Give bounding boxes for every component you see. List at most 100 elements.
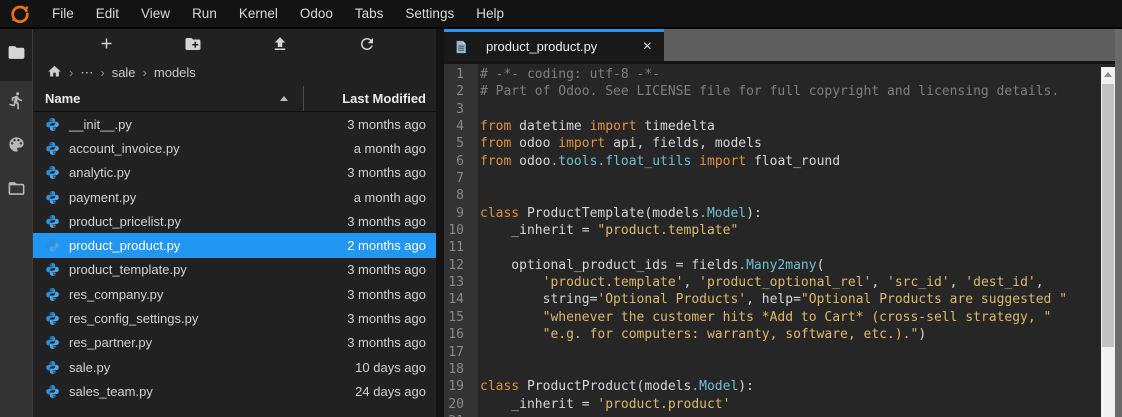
breadcrumb: ›⋯›sale›models bbox=[33, 59, 436, 86]
file-name: analytic.py bbox=[69, 165, 347, 180]
python-file-icon bbox=[45, 165, 61, 181]
menu-run[interactable]: Run bbox=[181, 6, 228, 21]
code-text: # Part of Odoo. See LICENSE file for ful… bbox=[471, 83, 1059, 100]
line-number: 1 bbox=[444, 66, 471, 83]
menu-kernel[interactable]: Kernel bbox=[228, 6, 289, 21]
column-header-name[interactable]: Name bbox=[33, 86, 303, 111]
line-number: 8 bbox=[444, 187, 471, 204]
file-row[interactable]: sales_team.py24 days ago bbox=[33, 379, 436, 403]
code-text: string='Optional Products', help="Option… bbox=[471, 291, 1067, 308]
refresh-button[interactable] bbox=[352, 34, 382, 58]
code-text: 'product.template', 'product_optional_re… bbox=[471, 274, 1044, 291]
line-number: 6 bbox=[444, 153, 471, 170]
file-row[interactable]: analytic.py3 months ago bbox=[33, 161, 436, 185]
plus-icon bbox=[98, 35, 115, 57]
file-row[interactable]: res_partner.py3 months ago bbox=[33, 331, 436, 355]
breadcrumb-item[interactable]: models bbox=[154, 65, 196, 80]
file-browser-toolbar bbox=[33, 29, 436, 59]
menu-tabs[interactable]: Tabs bbox=[344, 6, 395, 21]
menu-help[interactable]: Help bbox=[465, 6, 515, 21]
window-edge-strip bbox=[1115, 29, 1122, 417]
code-line: 4from datetime import timedelta bbox=[444, 118, 1101, 135]
app-logo-icon bbox=[8, 2, 32, 26]
panel-splitter[interactable] bbox=[436, 29, 444, 417]
sidebar-tab-running[interactable] bbox=[0, 81, 32, 125]
line-number: 4 bbox=[444, 118, 471, 135]
editor-scrollbar[interactable] bbox=[1101, 67, 1115, 417]
code-line: 17 bbox=[444, 344, 1101, 361]
code-text bbox=[471, 361, 480, 378]
file-name: product_template.py bbox=[69, 262, 347, 277]
sidebar-tab-files[interactable] bbox=[0, 29, 32, 81]
file-row[interactable]: account_invoice.pya month ago bbox=[33, 136, 436, 160]
code-line: 18 bbox=[444, 361, 1101, 378]
upload-icon bbox=[271, 35, 289, 58]
breadcrumb-separator: › bbox=[69, 65, 73, 80]
line-number: 19 bbox=[444, 378, 471, 395]
file-modified: 10 days ago bbox=[355, 360, 436, 375]
code-line: 10 _inherit = "product.template" bbox=[444, 222, 1101, 239]
file-row[interactable]: product_template.py3 months ago bbox=[33, 258, 436, 282]
code-line: 9class ProductTemplate(models.Model): bbox=[444, 205, 1101, 222]
file-modified: 3 months ago bbox=[347, 335, 436, 350]
new-folder-button[interactable] bbox=[178, 34, 208, 58]
code-text: _inherit = "product.template" bbox=[471, 222, 738, 239]
close-tab-icon[interactable]: × bbox=[637, 38, 658, 56]
file-row[interactable]: payment.pya month ago bbox=[33, 185, 436, 209]
line-number: 11 bbox=[444, 239, 471, 256]
file-row[interactable]: product_pricelist.py3 months ago bbox=[33, 209, 436, 233]
python-file-icon bbox=[45, 213, 61, 229]
file-row[interactable]: product_product.py2 months ago bbox=[33, 233, 436, 257]
breadcrumb-item[interactable]: ⋯ bbox=[80, 65, 93, 81]
tab-product-product-py[interactable]: product_product.py × bbox=[444, 29, 664, 61]
home-icon[interactable] bbox=[47, 64, 62, 82]
code-line: 7 bbox=[444, 170, 1101, 187]
column-modified-label: Last Modified bbox=[342, 91, 426, 106]
code-text: # -*- coding: utf-8 -*- bbox=[471, 66, 660, 83]
sidebar-tab-commands[interactable] bbox=[0, 125, 32, 169]
code-line: 8 bbox=[444, 187, 1101, 204]
python-file-icon bbox=[45, 311, 61, 327]
new-launcher-button[interactable] bbox=[91, 34, 121, 58]
code-editor[interactable]: 1# -*- coding: utf-8 -*-2# Part of Odoo.… bbox=[444, 61, 1122, 417]
scrollbar-up-arrow-icon[interactable] bbox=[1101, 67, 1115, 82]
column-name-label: Name bbox=[45, 91, 80, 106]
file-modified: 3 months ago bbox=[347, 287, 436, 302]
file-row[interactable]: sale.py10 days ago bbox=[33, 355, 436, 379]
file-name: res_config_settings.py bbox=[69, 311, 347, 326]
code-text: from odoo import api, fields, models bbox=[471, 135, 762, 152]
file-row[interactable]: res_company.py3 months ago bbox=[33, 282, 436, 306]
code-lines[interactable]: 1# -*- coding: utf-8 -*-2# Part of Odoo.… bbox=[444, 66, 1101, 417]
menu-view[interactable]: View bbox=[130, 6, 181, 21]
file-list-header: Name Last Modified bbox=[33, 86, 436, 112]
text-file-icon bbox=[454, 39, 470, 55]
menu-settings[interactable]: Settings bbox=[394, 6, 465, 21]
file-name: sales_team.py bbox=[69, 384, 355, 399]
python-file-icon bbox=[45, 189, 61, 205]
menu-edit[interactable]: Edit bbox=[85, 6, 130, 21]
code-text: "e.g. for computers: warranty, software,… bbox=[471, 326, 926, 343]
code-text: class ProductTemplate(models.Model): bbox=[471, 205, 762, 222]
column-header-last-modified[interactable]: Last Modified bbox=[303, 86, 436, 111]
file-name: account_invoice.py bbox=[69, 141, 354, 156]
file-row[interactable]: res_config_settings.py3 months ago bbox=[33, 306, 436, 330]
folder-open-icon bbox=[7, 179, 26, 203]
code-line: 14 string='Optional Products', help="Opt… bbox=[444, 291, 1101, 308]
menu-odoo[interactable]: Odoo bbox=[289, 6, 344, 21]
file-name: res_company.py bbox=[69, 287, 347, 302]
file-row[interactable]: __init__.py3 months ago bbox=[33, 112, 436, 136]
code-line: 19class ProductProduct(models.Model): bbox=[444, 378, 1101, 395]
code-text bbox=[471, 344, 480, 361]
scrollbar-thumb[interactable] bbox=[1102, 84, 1114, 347]
code-line: 11 bbox=[444, 239, 1101, 256]
file-modified: 3 months ago bbox=[347, 117, 436, 132]
line-number: 16 bbox=[444, 326, 471, 343]
menu-file[interactable]: File bbox=[41, 6, 85, 21]
file-modified: 2 months ago bbox=[347, 238, 436, 253]
upload-button[interactable] bbox=[265, 34, 295, 58]
main-content: ›⋯›sale›models Name Last Modified __init… bbox=[0, 29, 1122, 417]
file-name: __init__.py bbox=[69, 117, 347, 132]
sidebar-tab-open-tabs[interactable] bbox=[0, 169, 32, 213]
code-line: 6from odoo.tools.float_utils import floa… bbox=[444, 153, 1101, 170]
breadcrumb-item[interactable]: sale bbox=[112, 65, 136, 80]
